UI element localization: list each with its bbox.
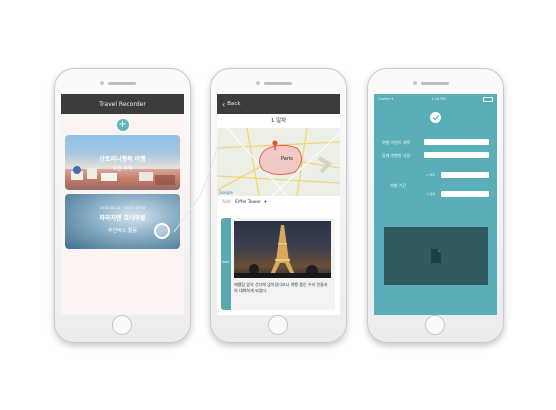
trip-card-title: 파라지엔 호나우블 — [99, 215, 146, 222]
place-selector[interactable]: Add Eiffel Tower ▾ — [222, 196, 267, 210]
field-label-title: 여행 이벤트 제목 — [382, 140, 411, 145]
back-label: Back — [227, 101, 241, 107]
period-start-label: 시 부터 — [426, 173, 436, 177]
screen-day-detail: ‹ Back 1 일차 Paris Google Add Eiffel Tower… — [217, 94, 340, 315]
map-city-label: Paris — [281, 156, 293, 162]
screen-travel-list: Travel Recorder + 산토리니행복 여행 오늘 추억 2015.1… — [61, 94, 184, 315]
speaker-grille — [264, 82, 292, 85]
entry-text: 에펠탑 앞의 선디에 앉아있다보니 여행 중인 우리 인들과의 대화하게 되었다… — [234, 282, 328, 293]
add-trip-button[interactable]: + — [116, 119, 129, 131]
nav-title: Travel Recorder — [99, 100, 146, 108]
google-attribution: Google — [219, 190, 234, 195]
period-end-label: 시 까지 — [426, 192, 436, 196]
phone-mockup-1: Travel Recorder + 산토리니행복 여행 오늘 추억 2015.1… — [54, 68, 191, 343]
trip-card-subtitle: 오늘 추억 — [112, 166, 133, 172]
phone-mockup-3: Carrier ✈ 1:16 PM 여행 이벤트 제목 함께 여행한 사람 여행… — [367, 68, 504, 343]
title-input[interactable] — [424, 139, 489, 145]
confirm-button[interactable] — [430, 112, 441, 123]
nav-bar: ‹ Back — [217, 94, 340, 114]
field-label-companions: 함께 여행한 사람 — [382, 153, 411, 158]
front-camera — [100, 81, 104, 85]
home-button[interactable] — [425, 315, 445, 335]
document-icon — [431, 249, 441, 263]
place-prefix: Add — [222, 200, 231, 205]
entry-side-tab[interactable]: Add — [221, 218, 231, 310]
phone-mockup-2: ‹ Back 1 일차 Paris Google Add Eiffel Tower… — [210, 68, 347, 343]
place-name: Eiffel Tower — [235, 200, 261, 205]
front-camera — [413, 81, 417, 85]
carrier-label: Carrier ✈ — [378, 97, 395, 101]
screen-new-trip-form: Carrier ✈ 1:16 PM 여행 이벤트 제목 함께 여행한 사람 여행… — [374, 94, 497, 315]
trip-card-santorini[interactable]: 산토리니행복 여행 오늘 추억 — [65, 135, 180, 190]
speaker-grille — [421, 82, 449, 85]
trip-card-date: 2015.10.10 ~ 2015.10.15 — [99, 206, 146, 210]
entry-side-label: Add — [222, 260, 229, 264]
speaker-grille — [108, 82, 136, 85]
home-button[interactable] — [268, 315, 288, 335]
trip-card-title: 산토리니행복 여행 — [99, 156, 146, 163]
photo-upload-area[interactable] — [384, 227, 488, 285]
period-start-input[interactable] — [441, 172, 489, 178]
front-camera — [256, 81, 260, 85]
route-map[interactable]: Paris Google — [217, 128, 340, 196]
chevron-down-icon: ▾ — [264, 200, 267, 205]
back-button[interactable]: ‹ Back — [222, 94, 241, 114]
trip-card-paris[interactable]: 2015.10.10 ~ 2015.10.15 파라지엔 호나우블 추천박스 활… — [65, 194, 180, 249]
field-label-period: 여행 기간 — [390, 183, 406, 188]
eiffel-tower-photo — [234, 221, 331, 278]
chevron-left-icon: ‹ — [222, 99, 226, 109]
home-button[interactable] — [112, 315, 132, 335]
checkmark-icon — [432, 115, 439, 121]
day-title: 1 일차 — [217, 114, 340, 128]
clock-label: 1:16 PM — [431, 97, 446, 101]
card-drag-handle[interactable] — [154, 223, 170, 239]
period-end-input[interactable] — [441, 191, 489, 197]
companions-input[interactable] — [424, 152, 489, 158]
status-bar: Carrier ✈ 1:16 PM — [374, 94, 497, 104]
journal-entry-card[interactable]: Add 에펠탑 앞의 선디에 앉아있다보니 여행 중인 우리 인들과의 대화하게… — [221, 218, 335, 310]
nav-bar: Travel Recorder — [61, 94, 184, 114]
battery-icon — [483, 96, 493, 102]
